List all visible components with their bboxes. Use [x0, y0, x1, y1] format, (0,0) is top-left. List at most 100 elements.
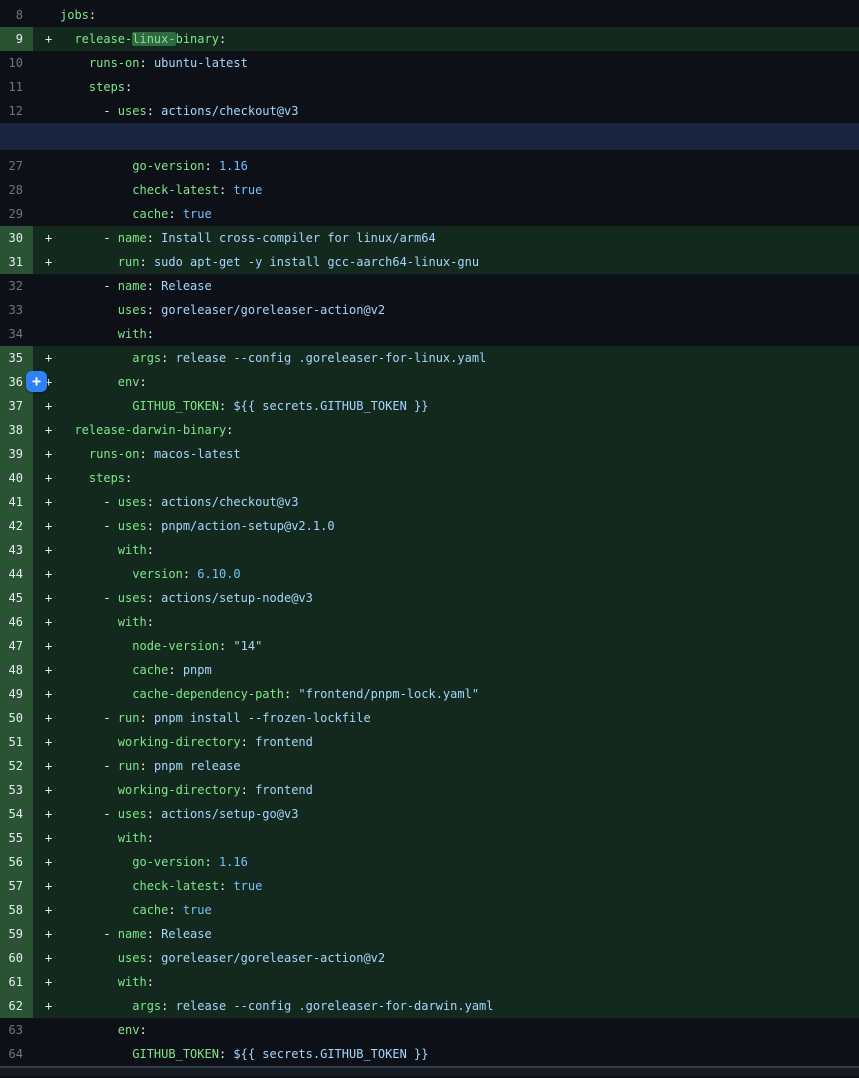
- line-number[interactable]: 29: [0, 202, 33, 226]
- code-token: frontend: [255, 735, 313, 749]
- line-number[interactable]: 60: [0, 946, 33, 970]
- diff-line: 38+ release-darwin-binary:: [0, 418, 859, 442]
- diff-line: 28 check-latest: true: [0, 178, 859, 202]
- diff-line: 62+ args: release --config .goreleaser-f…: [0, 994, 859, 1018]
- line-number[interactable]: 63: [0, 1018, 33, 1042]
- line-number[interactable]: 53: [0, 778, 33, 802]
- code-line: + with:: [33, 826, 154, 850]
- line-number[interactable]: 9: [0, 27, 33, 51]
- diff-marker: +: [45, 226, 60, 250]
- line-number[interactable]: 54: [0, 802, 33, 826]
- code-line: + - uses: actions/checkout@v3: [33, 490, 298, 514]
- line-number[interactable]: 46: [0, 610, 33, 634]
- line-number[interactable]: 27: [0, 154, 33, 178]
- line-number[interactable]: 10: [0, 51, 33, 75]
- code-token: go-version: [132, 159, 204, 173]
- code-line: + working-directory: frontend: [33, 730, 313, 754]
- code-token: :: [139, 56, 153, 70]
- line-number[interactable]: 45: [0, 586, 33, 610]
- code-line: jobs:: [33, 3, 96, 27]
- code-token: cache: [132, 207, 168, 221]
- line-number[interactable]: 35: [0, 346, 33, 370]
- code-token: [60, 447, 89, 461]
- code-line: + - uses: pnpm/action-setup@v2.1.0: [33, 514, 335, 538]
- line-number[interactable]: 42: [0, 514, 33, 538]
- line-number[interactable]: 61: [0, 970, 33, 994]
- code-line: runs-on: ubuntu-latest: [33, 51, 248, 75]
- line-number[interactable]: 59: [0, 922, 33, 946]
- line-number[interactable]: 52: [0, 754, 33, 778]
- line-number[interactable]: 50: [0, 706, 33, 730]
- line-number[interactable]: 34: [0, 322, 33, 346]
- code-token: -: [60, 759, 118, 773]
- code-line: uses: goreleaser/goreleaser-action@v2: [33, 298, 385, 322]
- diff-line: 11 steps:: [0, 75, 859, 99]
- line-number[interactable]: 48: [0, 658, 33, 682]
- add-comment-button[interactable]: +: [26, 371, 47, 392]
- code-token: [60, 831, 118, 845]
- diff-line: 10 runs-on: ubuntu-latest: [0, 51, 859, 75]
- diff-line: 35+ args: release --config .goreleaser-f…: [0, 346, 859, 370]
- line-number[interactable]: 28: [0, 178, 33, 202]
- line-number[interactable]: 62: [0, 994, 33, 1018]
- line-number[interactable]: 30: [0, 226, 33, 250]
- code-line: + cache: pnpm: [33, 658, 212, 682]
- line-number[interactable]: 33: [0, 298, 33, 322]
- diff-marker: +: [45, 802, 60, 826]
- line-number[interactable]: 57: [0, 874, 33, 898]
- line-number[interactable]: 55: [0, 826, 33, 850]
- line-number[interactable]: 58: [0, 898, 33, 922]
- code-token: pnpm: [183, 663, 212, 677]
- code-token: -: [60, 495, 118, 509]
- code-token: release --config .goreleaser-for-darwin.…: [176, 999, 494, 1013]
- code-token: "14": [233, 639, 262, 653]
- code-line: check-latest: true: [33, 178, 262, 202]
- diff-marker: +: [45, 466, 60, 490]
- code-token: [60, 375, 118, 389]
- diff-line: 57+ check-latest: true: [0, 874, 859, 898]
- line-number[interactable]: 64: [0, 1042, 33, 1066]
- line-number[interactable]: 49: [0, 682, 33, 706]
- code-line: - name: Release: [33, 274, 212, 298]
- expand-hunk-row[interactable]: [0, 123, 859, 150]
- code-token: [60, 783, 118, 797]
- code-token: :: [125, 471, 132, 485]
- line-number[interactable]: 32: [0, 274, 33, 298]
- line-number[interactable]: 51: [0, 730, 33, 754]
- diff-line: 30+ - name: Install cross-compiler for l…: [0, 226, 859, 250]
- code-token: pnpm/action-setup@v2.1.0: [161, 519, 334, 533]
- code-token: actions/checkout@v3: [161, 104, 298, 118]
- line-number[interactable]: 47: [0, 634, 33, 658]
- line-number[interactable]: 43: [0, 538, 33, 562]
- code-line: + go-version: 1.16: [33, 850, 248, 874]
- diff-marker: +: [45, 27, 60, 51]
- line-number[interactable]: 8: [0, 3, 33, 27]
- code-token: :: [147, 615, 154, 629]
- code-token: [60, 1047, 132, 1061]
- diff-line: 32 - name: Release: [0, 274, 859, 298]
- code-token: :: [139, 447, 153, 461]
- line-number[interactable]: 37: [0, 394, 33, 418]
- line-number[interactable]: 44: [0, 562, 33, 586]
- code-token: :: [226, 423, 233, 437]
- line-number[interactable]: 56: [0, 850, 33, 874]
- line-number[interactable]: 31: [0, 250, 33, 274]
- diff-line: 61+ with:: [0, 970, 859, 994]
- code-line: cache: true: [33, 202, 212, 226]
- code-token: check-latest: [132, 879, 219, 893]
- line-number[interactable]: 11: [0, 75, 33, 99]
- code-line: + cache-dependency-path: "frontend/pnpm-…: [33, 682, 479, 706]
- code-token: :: [139, 255, 153, 269]
- code-line: + GITHUB_TOKEN: ${{ secrets.GITHUB_TOKEN…: [33, 394, 428, 418]
- code-line: + env:: [33, 370, 147, 394]
- line-number[interactable]: 39: [0, 442, 33, 466]
- line-number[interactable]: 12: [0, 99, 33, 123]
- line-number[interactable]: 38: [0, 418, 33, 442]
- code-token: goreleaser/goreleaser-action@v2: [161, 951, 385, 965]
- diff-marker: +: [45, 682, 60, 706]
- code-token: :: [89, 8, 96, 22]
- line-number[interactable]: 41: [0, 490, 33, 514]
- code-token: :: [147, 327, 154, 341]
- diff-line: 31+ run: sudo apt-get -y install gcc-aar…: [0, 250, 859, 274]
- line-number[interactable]: 40: [0, 466, 33, 490]
